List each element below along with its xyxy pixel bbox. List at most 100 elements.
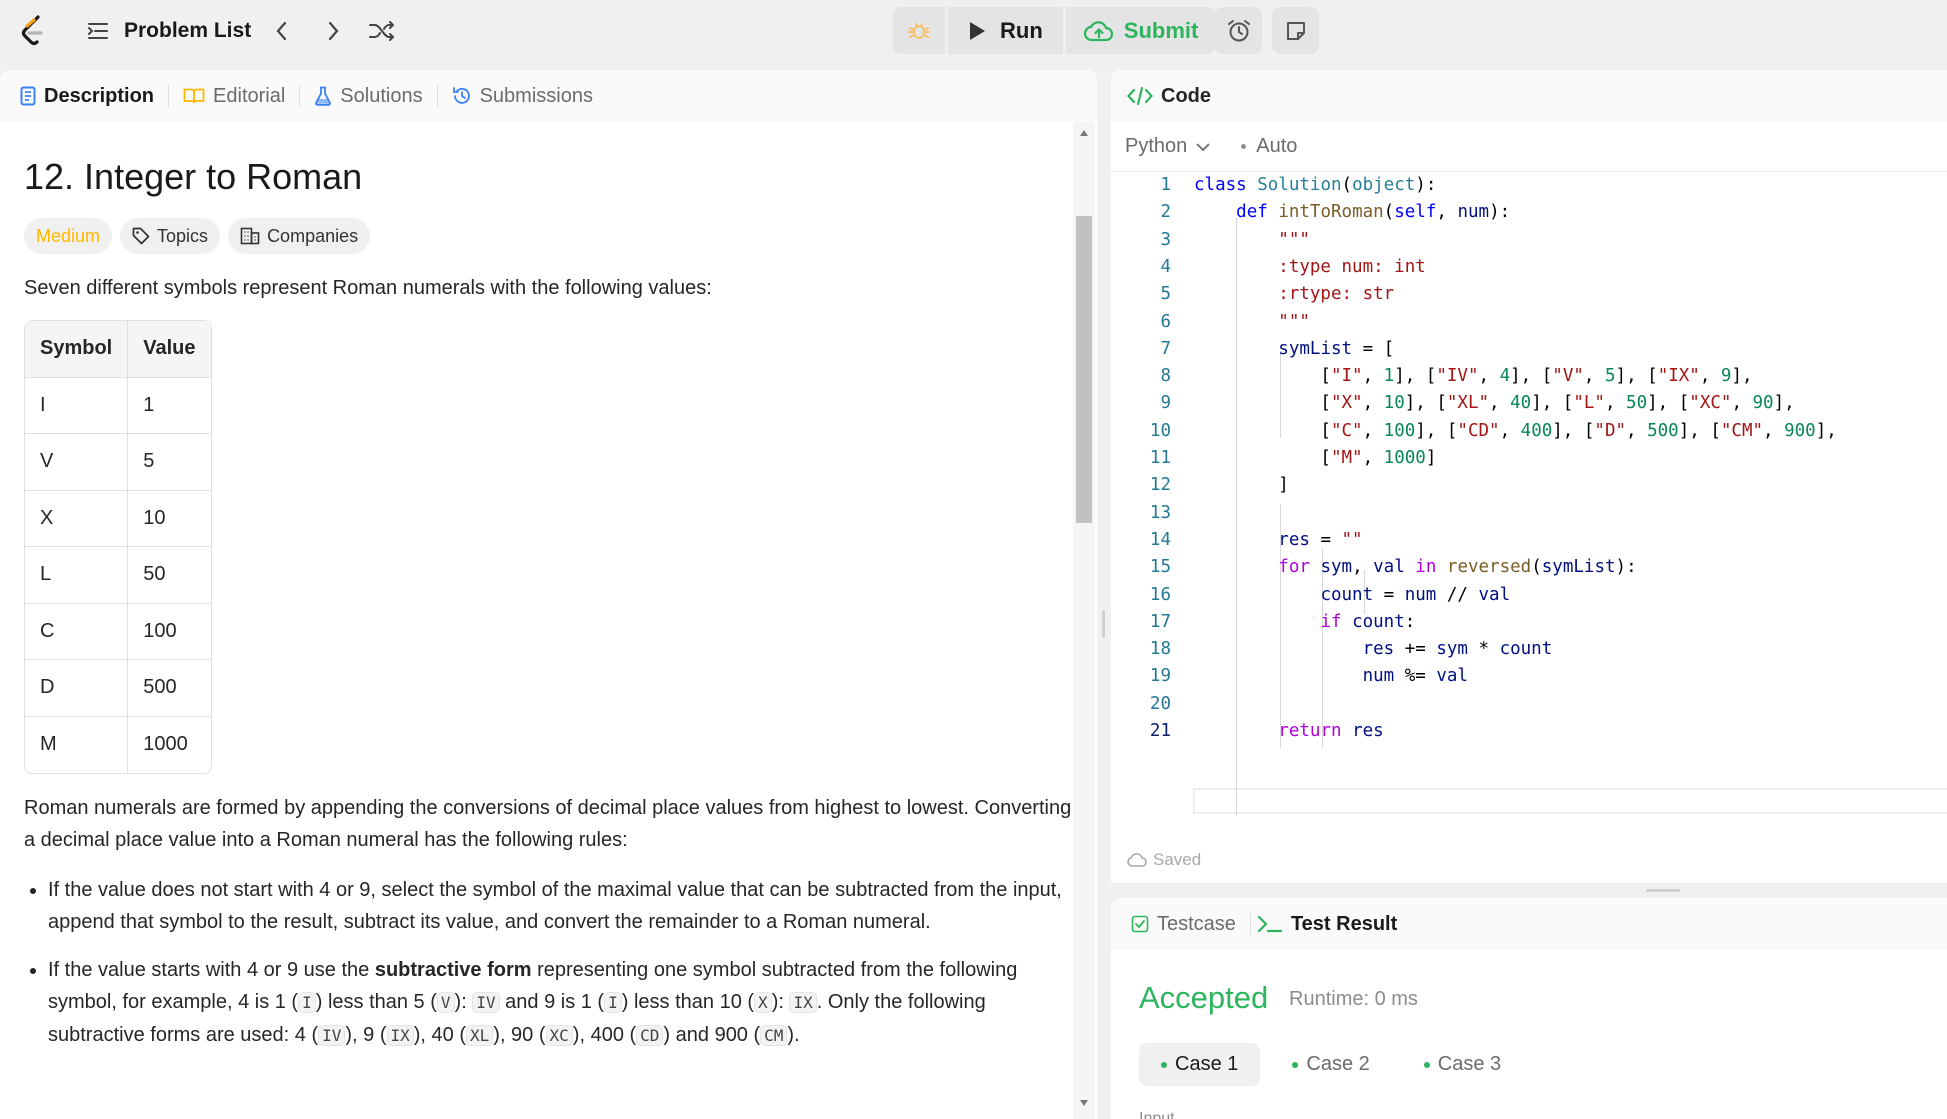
cloud-upload-icon — [1083, 20, 1113, 41]
debug-button[interactable] — [893, 7, 945, 54]
rule-text: ): — [771, 991, 790, 1013]
table-cell: C — [25, 603, 129, 660]
companies-button[interactable]: Companies — [228, 218, 371, 254]
pass-dot — [1292, 1061, 1299, 1068]
scroll-up-icon[interactable] — [1079, 129, 1089, 137]
description-panel: Description Editorial Solutions Submissi… — [0, 70, 1097, 1119]
rule-text: ), 9 ( — [345, 1024, 387, 1046]
case-tab-3[interactable]: Case 3 — [1402, 1043, 1523, 1086]
rule-text: ), 90 ( — [493, 1024, 546, 1046]
pass-dot — [1161, 1061, 1167, 1068]
line-number: 19 — [1149, 666, 1171, 687]
current-line-highlight — [1193, 788, 1947, 814]
table-cell: X — [25, 490, 129, 547]
line-number: 2 — [1160, 202, 1171, 223]
cloud-icon — [1127, 853, 1147, 867]
testcase-label: Testcase — [1157, 912, 1236, 935]
table-cell: V — [25, 434, 129, 491]
problem-list-link[interactable]: Problem List — [86, 0, 251, 62]
rule-text: If the value does not start with 4 or 9,… — [48, 879, 1062, 933]
panel-resize-handle[interactable] — [1102, 610, 1105, 638]
tab-test-result[interactable]: Test Result — [1257, 913, 1397, 936]
panel-resize-handle[interactable] — [1646, 889, 1680, 892]
line-number: 9 — [1160, 393, 1171, 414]
table-header: Value — [128, 321, 212, 378]
rule-text: ) less than 10 ( — [621, 991, 755, 1013]
inline-code: XC — [545, 1025, 573, 1046]
tag-icon — [132, 227, 150, 245]
timer-button[interactable] — [1215, 7, 1262, 54]
topics-button[interactable]: Topics — [120, 218, 221, 254]
bug-icon — [908, 22, 930, 39]
scroll-down-icon[interactable] — [1079, 1099, 1089, 1107]
table-cell: M — [25, 716, 129, 773]
table-row: M 1000 — [25, 716, 211, 773]
chevron-left-icon — [276, 21, 287, 41]
inline-code: IV — [318, 1025, 346, 1046]
table-cell: D — [25, 660, 129, 717]
table-row: D 500 — [25, 660, 212, 717]
shuffle-button[interactable] — [368, 0, 396, 62]
line-number: 13 — [1149, 502, 1171, 523]
symbol-value-table: Symbol Value I1 V5 X 10 L 50 C 100 D 500 M 10… — [24, 320, 213, 774]
chevron-down-icon — [1196, 142, 1210, 151]
tab-divider — [1249, 913, 1251, 935]
tab-submissions[interactable]: Submissions — [452, 85, 593, 108]
tab-testcase[interactable]: Testcase — [1131, 913, 1236, 936]
line-number: 4 — [1160, 256, 1171, 277]
table-cell: 100 — [128, 604, 212, 660]
code-line: """ — [1194, 229, 1310, 250]
table-header: Symbol — [25, 321, 129, 378]
rule-text: and 9 is 1 ( — [499, 991, 605, 1013]
case-tab-1[interactable]: Case 1 — [1139, 1043, 1261, 1086]
run-submit-group: Run Submit — [893, 7, 1217, 54]
line-number: 12 — [1149, 475, 1171, 496]
saved-label: Saved — [1153, 850, 1202, 869]
code-line: res += sym * count — [1362, 639, 1553, 660]
inline-code: I — [604, 992, 622, 1013]
notes-button[interactable] — [1272, 7, 1319, 54]
leetcode-logo[interactable] — [18, 14, 48, 48]
save-status: Saved — [1127, 850, 1201, 870]
rule-text: ), 400 ( — [572, 1024, 637, 1046]
code-editor[interactable]: 1 class Solution(object): 2 def intToRoman… — [1111, 174, 1947, 816]
rule-item: If the value does not start with 4 or 9,… — [48, 874, 1074, 938]
editor-toolbar: Python Auto — [1111, 122, 1947, 172]
tab-solutions[interactable]: Solutions — [314, 85, 423, 108]
code-line: ] — [1194, 475, 1289, 496]
table-cell: 500 — [128, 660, 212, 717]
line-number: 20 — [1149, 693, 1171, 714]
code-line: symList = [ — [1278, 338, 1395, 359]
case-tabs: Case 1 Case 2 Case 3 — [1139, 1043, 1523, 1086]
rule-item: If the value starts with 4 or 9 use the … — [48, 954, 1074, 1052]
inline-code: I — [298, 992, 316, 1013]
submit-button[interactable]: Submit — [1065, 7, 1217, 54]
problem-title: 12. Integer to Roman — [24, 156, 363, 197]
language-label: Python — [1125, 135, 1188, 157]
tab-divider — [299, 85, 301, 107]
line-number: 7 — [1160, 338, 1171, 359]
language-select[interactable]: Python — [1125, 135, 1211, 158]
tab-editorial[interactable]: Editorial — [183, 85, 285, 108]
rules-list: If the value does not start with 4 or 9,… — [24, 874, 1074, 1052]
code-line: ["X", 10], ["XL", 40], ["L", 50], ["XC",… — [1194, 393, 1795, 414]
table-cell: 1000 — [143, 733, 188, 756]
book-icon — [183, 88, 205, 104]
run-button[interactable]: Run — [948, 7, 1063, 54]
problem-intro: Seven different symbols represent Roman … — [24, 277, 712, 299]
prev-problem-button[interactable] — [272, 0, 292, 62]
table-cell: 1 — [128, 378, 212, 434]
problem-tags: Medium Topics Companies — [24, 218, 1074, 254]
note-icon — [1286, 21, 1305, 40]
auto-label[interactable]: Auto — [1256, 135, 1297, 158]
line-number: 11 — [1149, 448, 1171, 468]
next-problem-button[interactable] — [323, 0, 343, 62]
shuffle-icon — [369, 21, 395, 41]
description-scrollbar[interactable] — [1073, 122, 1095, 1119]
case-tab-2[interactable]: Case 2 — [1270, 1043, 1391, 1086]
scrollbar-thumb[interactable] — [1076, 216, 1092, 523]
line-number: 5 — [1160, 284, 1171, 305]
tab-description[interactable]: Description — [20, 85, 154, 108]
rule-text: If the value starts with 4 or 9 use the — [48, 959, 375, 981]
rule-text: ), 40 ( — [413, 1024, 467, 1046]
